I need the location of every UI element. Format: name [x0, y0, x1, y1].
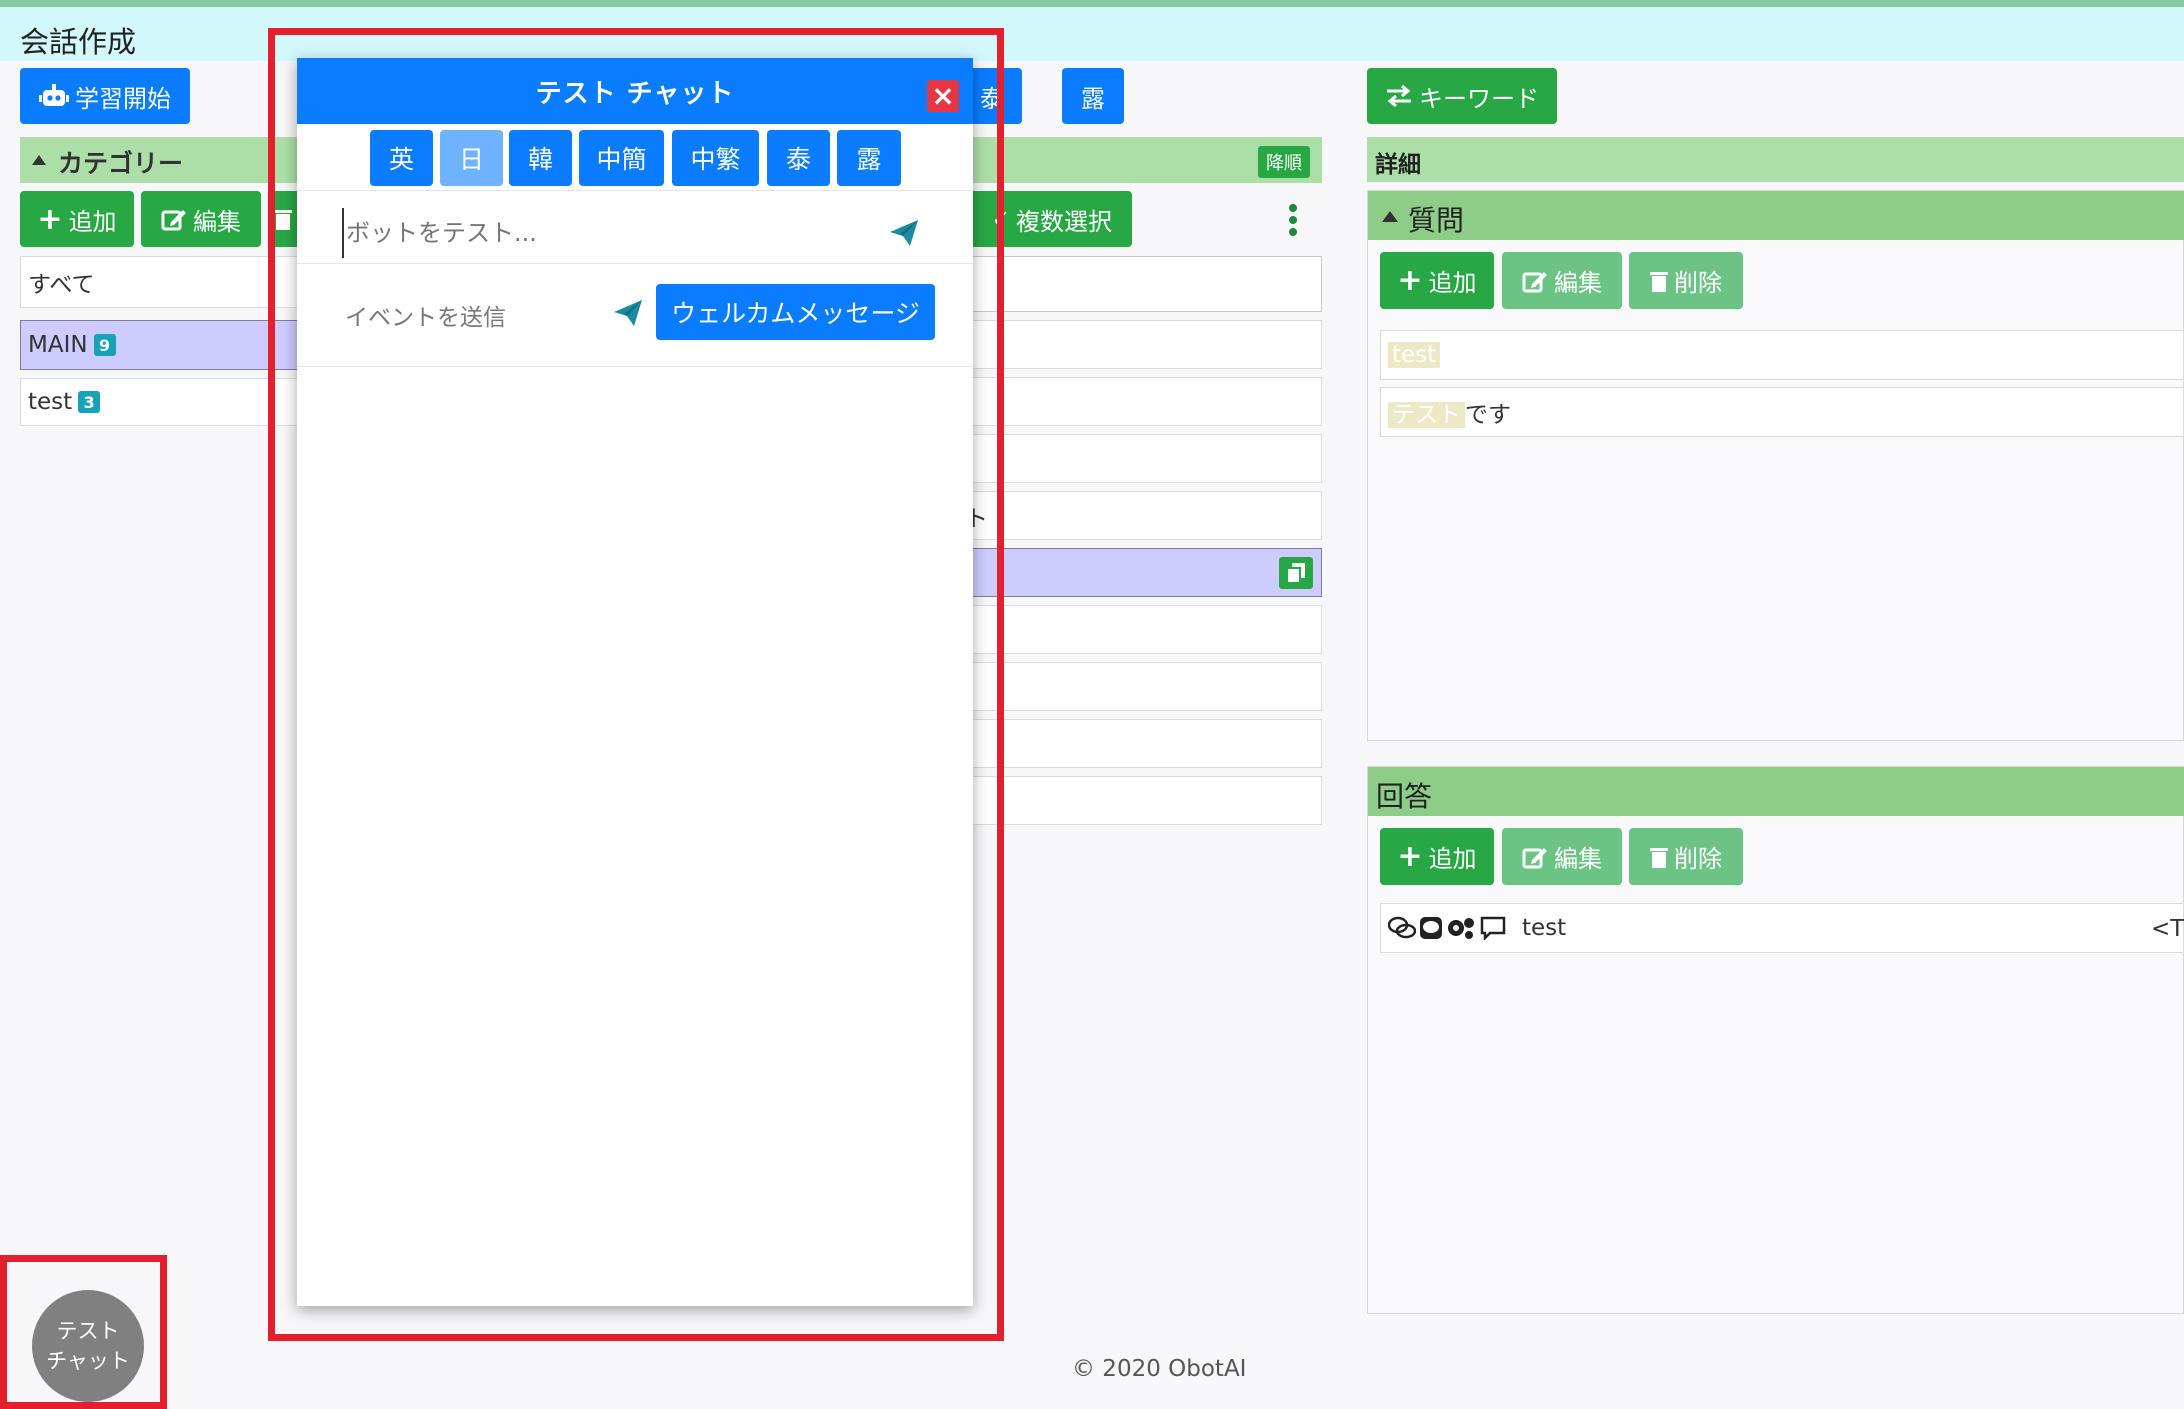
question-item[interactable]: test: [1380, 330, 2184, 380]
robot-icon: [39, 84, 69, 106]
category-item-test[interactable]: test 3: [20, 378, 298, 426]
plus-icon: +: [1397, 839, 1423, 874]
category-add-button[interactable]: + 追加: [20, 191, 134, 247]
conversation-row[interactable]: [970, 776, 1322, 825]
category-edit-label: 編集: [193, 207, 241, 236]
category-item-all[interactable]: すべて: [20, 256, 298, 308]
exchange-icon: [1387, 85, 1411, 107]
plus-icon: +: [1397, 263, 1423, 298]
question-add-button[interactable]: + 追加: [1380, 252, 1494, 309]
category-add-label: 追加: [68, 207, 117, 236]
multi-select-label: 複数選択: [1016, 207, 1112, 236]
lang-russian-button[interactable]: 露: [1062, 68, 1124, 124]
keyword-button[interactable]: キーワード: [1367, 68, 1557, 124]
caret-up-icon: [1382, 211, 1398, 222]
caret-up-icon: [32, 155, 46, 165]
answer-delete-label: 削除: [1674, 845, 1722, 873]
annotation-highlight-modal: [268, 28, 1004, 1341]
count-badge: 9: [93, 334, 116, 356]
trash-icon: [1650, 847, 1668, 868]
question-header-bar[interactable]: 質問: [1368, 191, 2184, 240]
conversation-row[interactable]: [970, 719, 1322, 768]
answer-edit-label: 編集: [1554, 845, 1602, 873]
conversation-row[interactable]: スト: [942, 491, 1322, 540]
sort-order-badge[interactable]: 降順: [1258, 146, 1310, 178]
learn-start-label: 学習開始: [75, 84, 171, 113]
question-edit-button[interactable]: 編集: [1502, 252, 1622, 309]
answer-delete-button[interactable]: 削除: [1629, 828, 1743, 885]
edit-icon: [161, 210, 186, 231]
category-edit-button[interactable]: 編集: [141, 191, 261, 247]
test-chat-fab[interactable]: テスト チャット: [32, 1290, 144, 1402]
count-badge: 3: [78, 391, 101, 413]
answer-edit-button[interactable]: 編集: [1502, 828, 1622, 885]
detail-header-label: 詳細: [1375, 152, 1421, 178]
gears-icon: [1448, 918, 1474, 939]
answer-item-tail: <TE: [2151, 916, 2184, 942]
question-item-highlight: テスト: [1388, 402, 1465, 428]
category-header-bar[interactable]: カテゴリー: [20, 137, 302, 183]
more-vertical-icon[interactable]: [1288, 204, 1298, 236]
question-item[interactable]: テスト です: [1380, 387, 2184, 437]
trash-icon: [1650, 271, 1668, 292]
edit-icon: [1522, 847, 1547, 868]
learn-start-button[interactable]: 学習開始: [20, 68, 190, 124]
question-delete-button[interactable]: 削除: [1629, 252, 1743, 309]
detail-header-bar: 詳細: [1367, 137, 2184, 182]
conversation-row[interactable]: [970, 377, 1322, 426]
comments-icon: [1388, 916, 1416, 939]
question-add-label: 追加: [1428, 269, 1477, 297]
keyword-label: キーワード: [1419, 84, 1539, 113]
conversation-row-selected[interactable]: [970, 548, 1322, 597]
category-item-main[interactable]: MAIN 9: [20, 320, 298, 370]
question-header-label: 質問: [1408, 204, 1465, 237]
category-item-label: MAIN: [28, 332, 88, 358]
top-accent-strip: [0, 0, 2184, 7]
conversation-row[interactable]: [970, 434, 1322, 483]
fab-label-line2: チャット: [46, 1349, 130, 1373]
answer-item-text: test: [1522, 915, 1567, 941]
category-header-label: カテゴリー: [58, 149, 184, 178]
question-item-text: です: [1465, 402, 1511, 428]
answer-header-bar: 回答: [1368, 767, 2184, 816]
category-item-label: すべて: [28, 272, 95, 298]
conversation-header-bar: 降順: [970, 137, 1322, 183]
lang-russian-label: 露: [1081, 84, 1105, 113]
question-edit-label: 編集: [1554, 269, 1602, 297]
conversation-row[interactable]: [970, 605, 1322, 654]
fab-label-line1: テスト: [56, 1319, 120, 1343]
plus-icon: +: [37, 201, 63, 237]
line-icon: [1420, 917, 1442, 939]
category-item-label: test: [28, 389, 73, 415]
page-title: 会話作成: [20, 25, 137, 59]
answer-header-label: 回答: [1376, 780, 1433, 813]
conversation-row[interactable]: [970, 662, 1322, 711]
answer-add-button[interactable]: + 追加: [1380, 828, 1494, 885]
footer-copyright: © 2020 ObotAI: [1072, 1356, 1247, 1382]
question-item-highlight: test: [1388, 342, 1441, 368]
answer-item[interactable]: test <TE: [1380, 903, 2184, 953]
question-delete-label: 削除: [1674, 269, 1722, 297]
answer-add-label: 追加: [1428, 845, 1477, 873]
edit-icon: [1522, 271, 1547, 292]
conversation-search-input[interactable]: [970, 256, 1322, 312]
conversation-row[interactable]: [970, 320, 1322, 369]
copy-icon[interactable]: [1279, 557, 1313, 589]
comment-icon: [1480, 916, 1506, 940]
